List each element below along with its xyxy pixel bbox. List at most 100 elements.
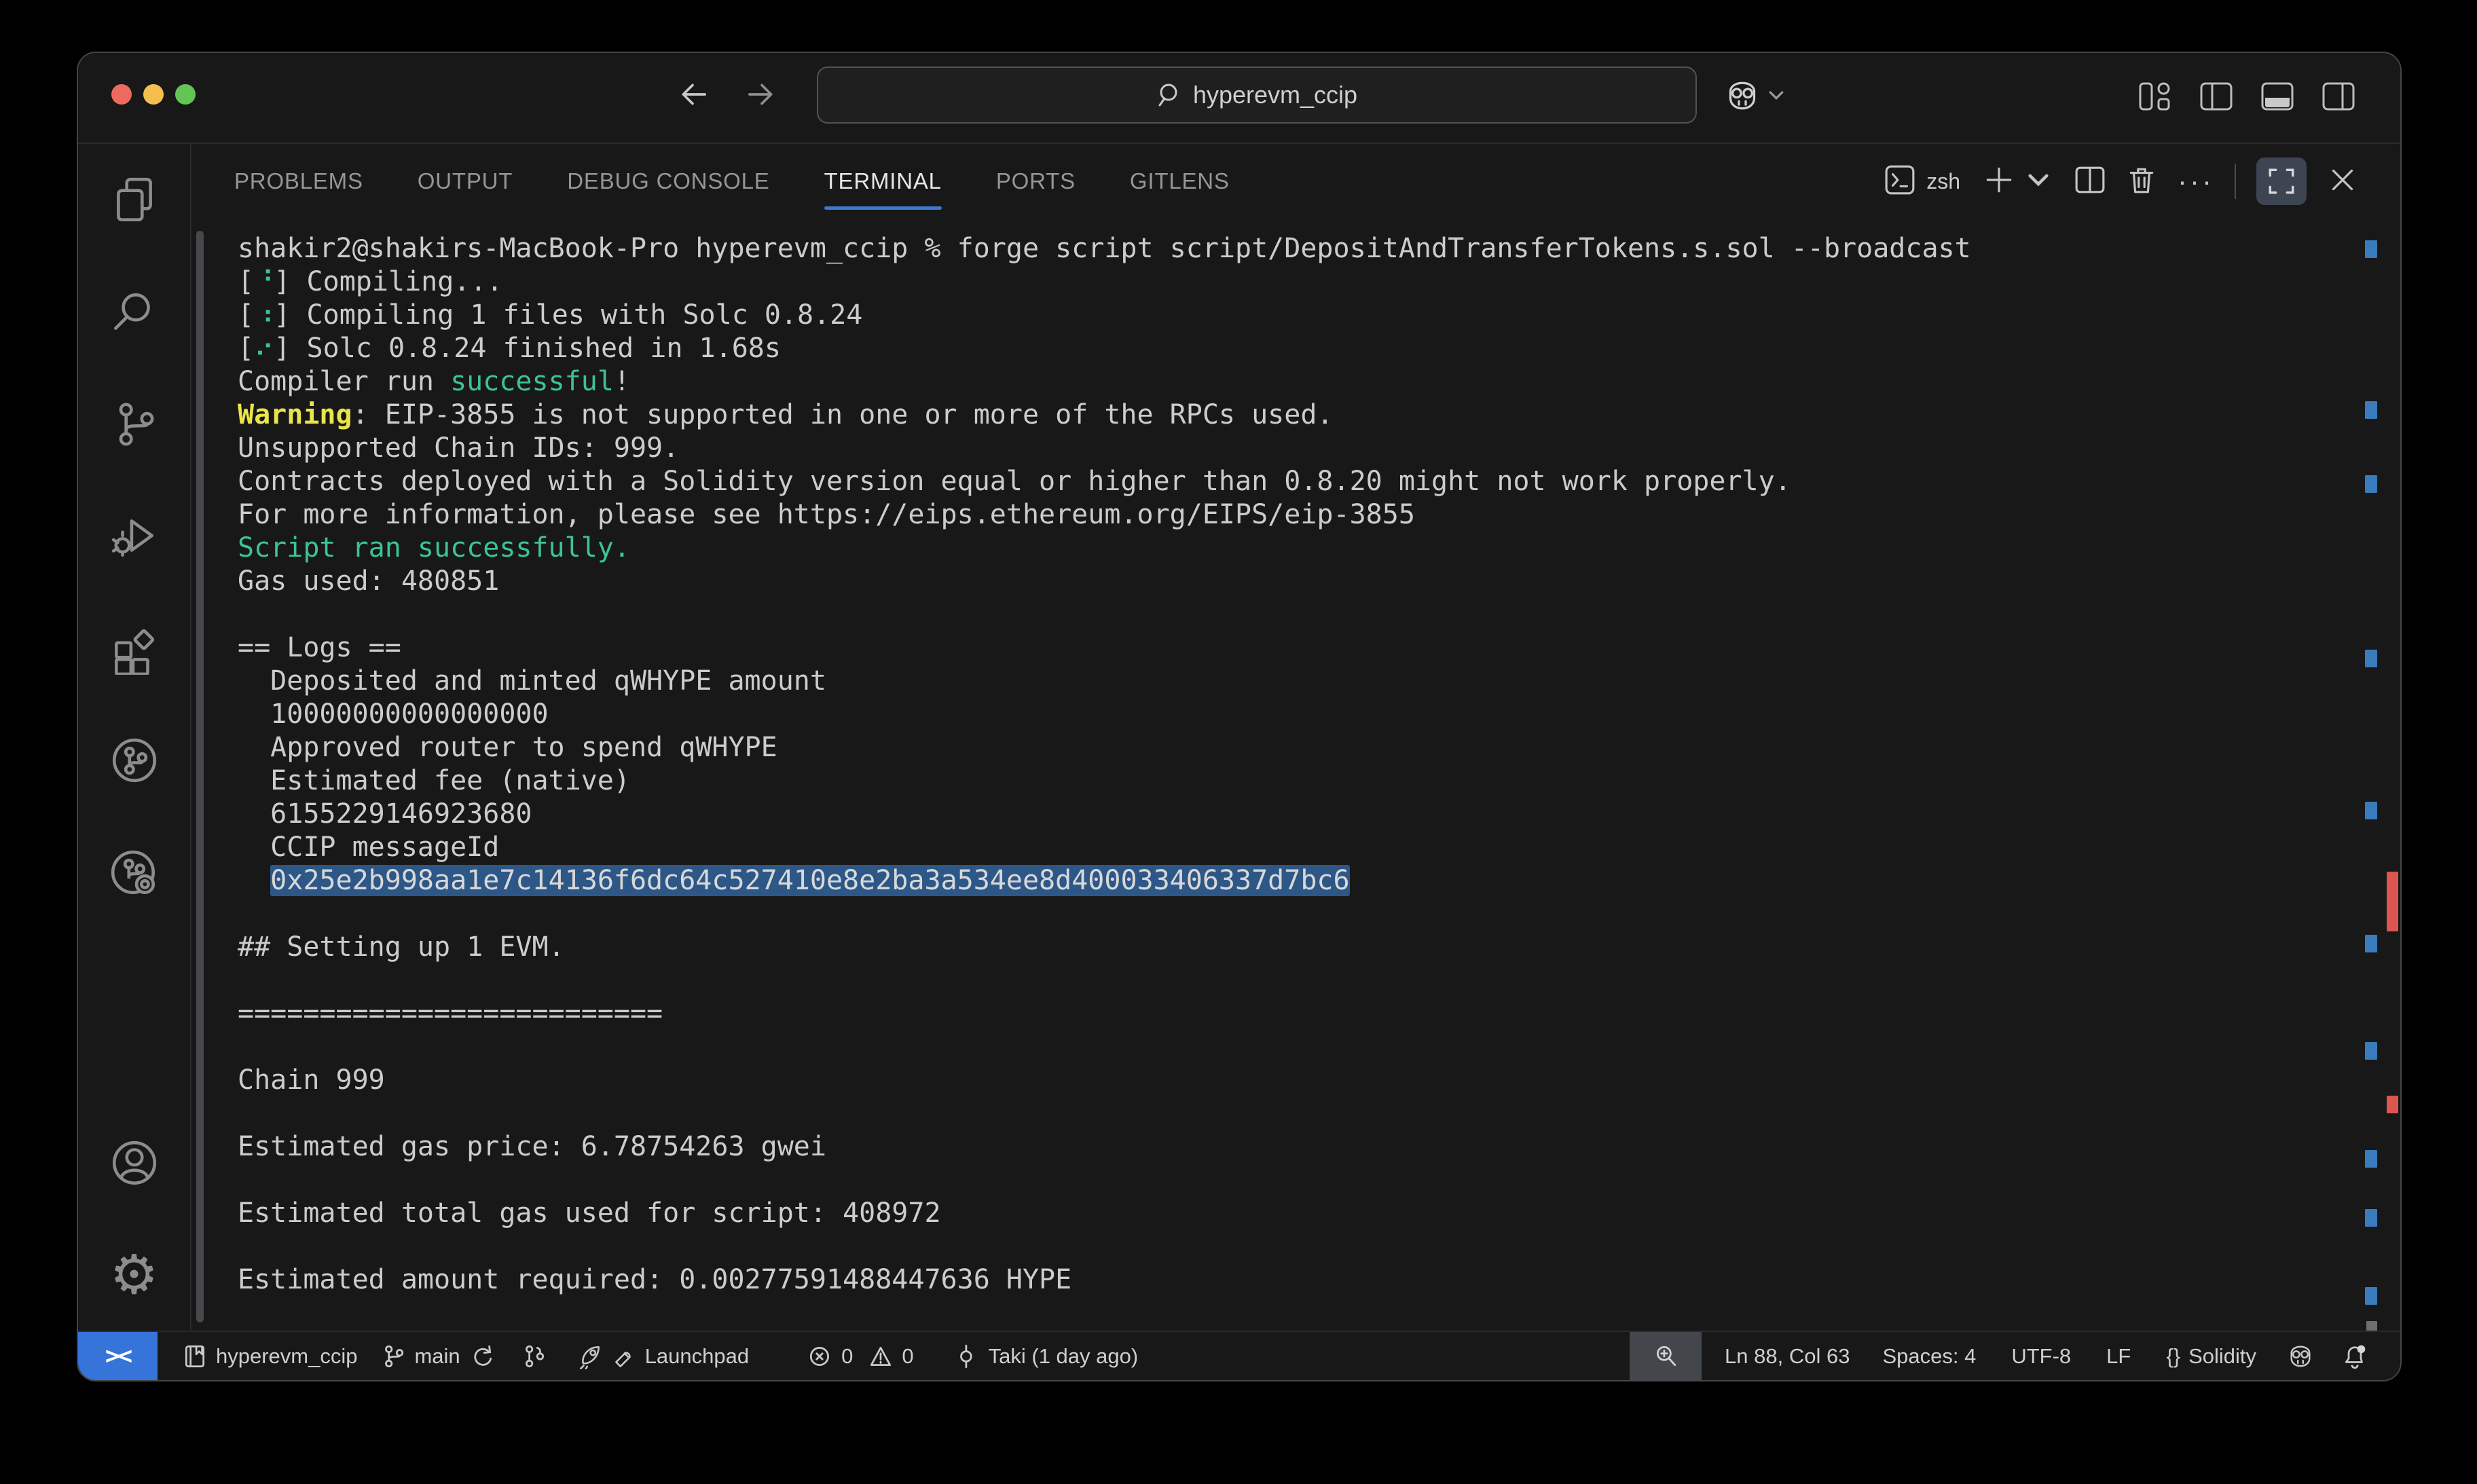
maximize-panel-button[interactable] [2256, 157, 2307, 205]
new-terminal-icon[interactable] [1983, 164, 2015, 199]
traffic-light-zoom[interactable] [175, 84, 196, 105]
statusbar-eol[interactable]: LF [2106, 1344, 2131, 1369]
terminal-line: shakir2@shakirs-MacBook-Pro hyperevm_cci… [238, 232, 2339, 265]
terminal-line: Warning: EIP-3855 is not supported in on… [238, 398, 2339, 432]
toggle-panel-icon[interactable] [2260, 81, 2294, 115]
panel-tab-problems[interactable]: PROBLEMS [234, 144, 363, 219]
settings-icon: ⚙ [110, 1248, 159, 1302]
ruler-mark [2387, 872, 2398, 931]
panel-tab-debug-console[interactable]: DEBUG CONSOLE [567, 144, 769, 219]
statusbar-line-col[interactable]: Ln 88, Col 63 [1725, 1344, 1850, 1369]
terminal-output: shakir2@shakirs-MacBook-Pro hyperevm_cci… [238, 232, 2339, 1297]
zoom-in-icon [1653, 1343, 1678, 1369]
launchpad-secondary-icon [611, 1343, 637, 1369]
extensions-icon [108, 622, 161, 675]
terminal-line: Deposited and minted qWHYPE amount [238, 665, 2339, 698]
panel-header: PROBLEMS OUTPUT DEBUG CONSOLE TERMINAL PORTS… [191, 144, 2400, 219]
shell-label[interactable]: zsh [1926, 169, 1960, 194]
statusbar-encoding[interactable]: UTF-8 [2011, 1344, 2071, 1369]
toggle-primary-sidebar-icon[interactable] [2199, 81, 2233, 115]
terminal-line: Chain 999 [238, 1064, 2339, 1097]
terminal-line: Compiler run successful! [238, 365, 2339, 398]
panel-tab-output[interactable]: OUTPUT [418, 144, 513, 219]
back-arrow-icon[interactable] [676, 77, 710, 115]
ruler-mark [2365, 1150, 2377, 1168]
vscode-window: hyperevm_ccip [77, 52, 2402, 1381]
statusbar-repo[interactable]: hyperevm_ccip [182, 1343, 357, 1369]
statusbar-commit-graph[interactable] [521, 1343, 547, 1369]
statusbar-indentation[interactable]: Spaces: 4 [1882, 1344, 1976, 1369]
activitybar-item-accounts[interactable] [77, 1107, 191, 1219]
statusbar-notifications[interactable] [2342, 1343, 2368, 1369]
activitybar-item-gitlens-inspect[interactable] [77, 816, 191, 928]
customize-layout-icon[interactable] [2138, 81, 2172, 115]
copilot-menu[interactable] [1725, 80, 1785, 111]
panel-scrollbar-handle[interactable] [196, 231, 204, 1322]
commit-icon [955, 1343, 980, 1369]
explorer-icon [108, 174, 161, 227]
ruler-mark [2365, 802, 2377, 819]
repo-label: hyperevm_ccip [216, 1344, 357, 1369]
terminal-dropdown-chevron-icon[interactable] [2023, 164, 2054, 199]
forward-arrow-icon[interactable] [745, 77, 779, 115]
activity-bar: ⚙ [78, 144, 191, 1331]
statusbar-commit[interactable]: Taki (1 day ago) [955, 1343, 1139, 1369]
terminal-pane[interactable]: shakir2@shakirs-MacBook-Pro hyperevm_cci… [191, 219, 2400, 1331]
statusbar-branch[interactable]: main [380, 1343, 494, 1369]
terminal-line: 0x25e2b998aa1e7c14136f6dc64c527410e8e2ba… [238, 864, 2339, 897]
status-bar: >< hyperevm_ccip main [78, 1331, 2400, 1380]
warning-count: 0 [902, 1344, 913, 1369]
remote-indicator[interactable]: >< [78, 1332, 158, 1380]
toggle-secondary-sidebar-icon[interactable] [2322, 81, 2355, 115]
activitybar-item-search[interactable] [77, 256, 191, 368]
panel-tab-gitlens[interactable]: GITLENS [1130, 144, 1230, 219]
source-control-icon [108, 398, 161, 451]
activitybar-item-extensions[interactable] [77, 592, 191, 704]
command-center-search[interactable]: hyperevm_ccip [817, 67, 1697, 124]
sync-icon [469, 1343, 494, 1369]
chevron-down-icon [1767, 89, 1785, 103]
terminal-line: 6155229146923680 [238, 798, 2339, 831]
terminal-line: Estimated fee (native) [238, 764, 2339, 798]
launchpad-label: Launchpad [645, 1344, 749, 1369]
statusbar-language[interactable]: {} Solidity [2166, 1344, 2256, 1369]
activitybar-item-settings[interactable]: ⚙ [77, 1219, 191, 1331]
error-count: 0 [841, 1344, 853, 1369]
statusbar-copilot[interactable] [2288, 1343, 2313, 1369]
accounts-icon [108, 1136, 161, 1189]
terminal-line: [⠔] Solc 0.8.24 finished in 1.68s [238, 332, 2339, 365]
terminal-line: ========================== [238, 997, 2339, 1031]
terminal-line: For more information, please see https:/… [238, 498, 2339, 532]
ruler-mark [2365, 650, 2377, 667]
terminal-line: CCIP messageId [238, 831, 2339, 864]
panel-tabs: PROBLEMS OUTPUT DEBUG CONSOLE TERMINAL PORTS… [191, 144, 1284, 219]
gitlens-inspect-icon [108, 846, 161, 899]
terminal-line [238, 964, 2339, 997]
panel-tab-ports[interactable]: PORTS [996, 144, 1076, 219]
bell-icon [2342, 1343, 2368, 1369]
statusbar-problems[interactable]: 0 0 [807, 1343, 914, 1369]
statusbar-launchpad[interactable]: Launchpad [577, 1343, 749, 1369]
more-actions-icon[interactable]: ··· [2178, 165, 2214, 198]
terminal-line: [⠰] Compiling 1 files with Solc 0.8.24 [238, 299, 2339, 332]
braces-icon: {} [2166, 1344, 2180, 1369]
close-panel-icon[interactable] [2327, 164, 2358, 199]
kill-terminal-trash-icon[interactable] [2126, 164, 2157, 199]
copilot-icon [1725, 80, 1759, 111]
activitybar-item-run-and-debug[interactable] [77, 480, 191, 592]
ruler-mark [2365, 1209, 2377, 1227]
activitybar-item-source-control[interactable] [77, 368, 191, 480]
traffic-light-minimize[interactable] [143, 84, 164, 105]
git-branch-icon [380, 1343, 406, 1369]
terminal-toolbar: zsh [1884, 144, 2400, 219]
traffic-light-close[interactable] [111, 84, 132, 105]
panel-tab-terminal[interactable]: TERMINAL [824, 144, 942, 219]
activitybar-item-explorer[interactable] [77, 144, 191, 256]
commit-label: Taki (1 day ago) [989, 1344, 1139, 1369]
toolbar-separator [2235, 164, 2236, 199]
split-terminal-icon[interactable] [2074, 164, 2106, 199]
activitybar-item-gitlens[interactable] [77, 704, 191, 816]
statusbar-zoom[interactable] [1630, 1332, 1702, 1380]
branch-label: main [414, 1344, 460, 1369]
terminal-line: Approved router to spend qWHYPE [238, 731, 2339, 764]
